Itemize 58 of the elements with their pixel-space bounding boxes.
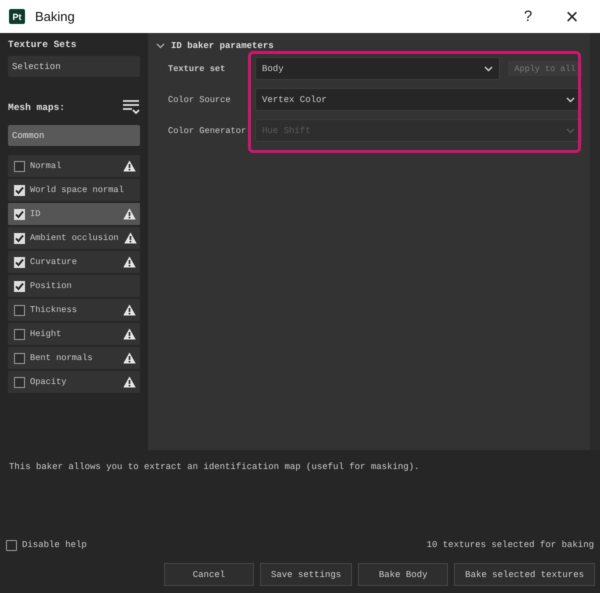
dialog-button[interactable]: Save settings bbox=[260, 563, 352, 586]
mesh-map-item[interactable]: Opacity bbox=[8, 371, 140, 393]
texture-set-item[interactable]: Selection bbox=[8, 56, 140, 77]
mesh-map-item[interactable]: Position bbox=[8, 275, 140, 297]
mesh-map-label: Position bbox=[30, 281, 73, 291]
checkbox[interactable] bbox=[14, 184, 25, 196]
checkbox[interactable] bbox=[14, 256, 25, 268]
mesh-map-item[interactable]: Height bbox=[8, 323, 140, 345]
checkbox[interactable] bbox=[14, 208, 25, 220]
checkbox[interactable] bbox=[14, 376, 25, 388]
dropdown[interactable]: Body bbox=[255, 57, 500, 80]
mesh-map-label: Height bbox=[30, 329, 62, 339]
caret-icon bbox=[484, 66, 493, 72]
help-text: This baker allows you to extract an identification map (useful for masking). bbox=[9, 462, 420, 472]
mesh-map-item[interactable]: Bent normals bbox=[8, 347, 140, 369]
mesh-map-label: Curvature bbox=[30, 257, 78, 267]
filter-menu-icon[interactable] bbox=[122, 99, 140, 115]
mesh-map-label: Opacity bbox=[30, 377, 68, 387]
dropdown[interactable]: Vertex Color bbox=[255, 88, 582, 111]
checkbox[interactable] bbox=[14, 328, 25, 340]
checkbox[interactable] bbox=[6, 540, 17, 550]
chevron-icon[interactable] bbox=[156, 43, 165, 49]
app-logo: Pt bbox=[9, 9, 25, 24]
status-text: 10 textures selected for baking bbox=[426, 540, 594, 550]
mesh-map-label: Normal bbox=[30, 161, 62, 171]
field-label: Texture set bbox=[168, 64, 226, 74]
mesh-map-item[interactable]: Thickness bbox=[8, 299, 140, 321]
section-label: Mesh maps: bbox=[8, 102, 66, 112]
mesh-map-item[interactable]: ID bbox=[8, 203, 140, 225]
mesh-map-item[interactable]: World space normal bbox=[8, 179, 140, 201]
mesh-map-item[interactable]: Normal bbox=[8, 155, 140, 177]
caret-icon bbox=[566, 128, 575, 134]
mesh-map-label: Thickness bbox=[30, 305, 78, 315]
checkbox[interactable] bbox=[14, 352, 25, 364]
field-label: Color Source bbox=[168, 94, 232, 104]
dialog-button[interactable]: Bake selected textures bbox=[454, 563, 595, 586]
scrollbar-track[interactable] bbox=[590, 33, 600, 450]
checkbox[interactable] bbox=[14, 280, 25, 292]
preset-dropdown[interactable]: Common bbox=[8, 125, 140, 146]
checkbox-label: Disable help bbox=[22, 540, 87, 550]
mesh-map-label: ID bbox=[30, 209, 42, 219]
dialog-button[interactable]: Cancel bbox=[164, 563, 254, 586]
checkbox[interactable] bbox=[14, 232, 25, 244]
caret-icon bbox=[566, 96, 575, 102]
mesh-map-label: Ambient occlusion bbox=[30, 233, 119, 243]
checkbox[interactable] bbox=[14, 304, 25, 316]
checkbox[interactable] bbox=[14, 160, 25, 172]
mesh-map-label: World space normal bbox=[30, 185, 125, 195]
help-button[interactable]: ? bbox=[506, 0, 550, 33]
field-label: Color Generator bbox=[168, 126, 248, 136]
dialog-button[interactable]: Bake Body bbox=[358, 563, 448, 586]
mesh-map-item[interactable]: Ambient occlusion bbox=[8, 227, 140, 249]
section-title: ID baker parameters bbox=[171, 41, 274, 51]
section-label: Texture Sets bbox=[8, 39, 78, 50]
mesh-map-label: Bent normals bbox=[30, 353, 94, 363]
close-button[interactable]: × bbox=[550, 0, 594, 33]
mesh-map-item[interactable]: Curvature bbox=[8, 251, 140, 273]
window-title: Baking bbox=[35, 9, 75, 24]
